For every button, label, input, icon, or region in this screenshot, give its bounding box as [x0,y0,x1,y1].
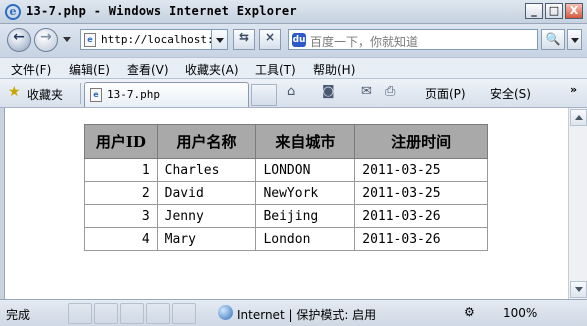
ie-logo-icon: e [5,4,21,20]
home-icon[interactable]: ⌂ [287,84,295,99]
status-panel [94,303,118,324]
minimize-button[interactable]: _ [525,3,543,19]
internet-zone-globe-icon [218,305,233,320]
forward-button[interactable]: → [34,28,58,52]
divider [80,83,81,104]
vertical-scrollbar[interactable] [568,108,587,299]
refresh-button[interactable]: ⇆ [233,29,255,50]
status-panel [68,303,92,324]
status-bar: 完成 Internet | 保护模式: 启用 ⚙ 100% [0,299,587,326]
cell-name: Mary [156,227,257,251]
recent-pages-dropdown[interactable] [63,37,71,42]
cell-id: 1 [84,158,158,182]
address-url: http://localhost:8 [101,33,211,46]
scroll-down-button[interactable] [570,281,587,298]
page-icon: e [84,33,96,47]
search-placeholder: 百度一下，你就知道 [310,35,419,49]
cell-city: LONDON [255,158,356,182]
close-button[interactable]: X [565,3,583,19]
status-panel [172,303,196,324]
header-user-id: 用户ID [84,124,158,159]
table-row: 2 David NewYork 2011-03-25 [84,181,488,205]
status-panel [146,303,170,324]
address-input[interactable]: e http://localhost:8 [80,29,228,50]
search-options-dropdown[interactable] [567,29,582,50]
cell-date: 2011-03-25 [354,181,488,205]
cell-date: 2011-03-26 [354,204,488,228]
cell-id: 4 [84,227,158,251]
header-reg-date: 注册时间 [354,124,488,159]
safety-menu-button[interactable]: 安全(S) [490,85,531,102]
table-header-row: 用户ID 用户名称 来自城市 注册时间 [84,124,488,159]
feeds-icon[interactable]: ◙ [322,84,335,99]
cell-id: 3 [84,204,158,228]
cell-name: Charles [156,158,257,182]
zoom-level[interactable]: 100% [503,306,537,320]
status-text: 完成 [6,308,31,322]
menu-view[interactable]: 查看(V) [127,61,169,78]
stop-button[interactable]: × [259,29,281,50]
search-input[interactable]: du 百度一下，你就知道 [288,29,538,50]
table-row: 1 Charles LONDON 2011-03-25 [84,158,488,182]
menu-bar: 文件(F) 编辑(E) 查看(V) 收藏夹(A) 工具(T) 帮助(H) [0,57,587,79]
table-row: 3 Jenny Beijing 2011-03-26 [84,204,488,228]
scroll-up-button[interactable] [570,109,587,126]
print-icon[interactable]: ⎙ [385,84,395,99]
header-user-name: 用户名称 [156,124,257,159]
mail-icon[interactable]: ✉ [361,84,372,99]
menu-edit[interactable]: 编辑(E) [69,61,110,78]
cell-date: 2011-03-26 [354,227,488,251]
menu-tools[interactable]: 工具(T) [255,61,296,78]
cell-name: David [156,181,257,205]
menu-file[interactable]: 文件(F) [11,61,51,78]
menu-help[interactable]: 帮助(H) [313,61,355,78]
cell-date: 2011-03-25 [354,158,488,182]
tab-current-page[interactable]: e 13-7.php [84,82,249,107]
page-content: 用户ID 用户名称 来自城市 注册时间 1 Charles LONDON 201… [4,108,568,299]
favorites-bar: ★ 收藏夹 e 13-7.php ⌂ ◙ ✉ ⎙ 页面(P) 安全(S) » [0,79,587,108]
navigation-bar: ← → e http://localhost:8 ⇆ × du 百度一下，你就知… [0,24,587,57]
users-table: 用户ID 用户名称 来自城市 注册时间 1 Charles LONDON 201… [84,124,488,251]
security-zone-text[interactable]: Internet | 保护模式: 启用 [237,306,376,323]
cell-city: Beijing [255,204,356,228]
status-panel [120,303,144,324]
favorites-button[interactable]: 收藏夹 [27,86,63,103]
back-button[interactable]: ← [7,28,31,52]
search-button[interactable]: 🔍 [541,29,565,50]
tab-title: 13-7.php [107,88,160,101]
window-title: 13-7.php - Windows Internet Explorer [26,4,297,18]
maximize-button[interactable]: □ [545,3,563,19]
more-commands-button[interactable]: » [570,83,577,96]
baidu-logo-icon: du [292,33,306,47]
title-bar: e 13-7.php - Windows Internet Explorer _… [0,0,587,24]
protected-mode-icon[interactable]: ⚙ [464,305,475,319]
page-menu-button[interactable]: 页面(P) [425,85,466,102]
address-dropdown-button[interactable] [211,29,228,50]
cell-city: NewYork [255,181,356,205]
menu-favorites[interactable]: 收藏夹(A) [185,61,239,78]
cell-city: London [255,227,356,251]
cell-id: 2 [84,181,158,205]
header-city: 来自城市 [255,124,356,159]
favorites-star-icon[interactable]: ★ [8,84,21,100]
table-row: 4 Mary London 2011-03-26 [84,227,488,251]
cell-name: Jenny [156,204,257,228]
new-tab-button[interactable] [251,84,277,106]
page-icon: e [90,88,102,102]
